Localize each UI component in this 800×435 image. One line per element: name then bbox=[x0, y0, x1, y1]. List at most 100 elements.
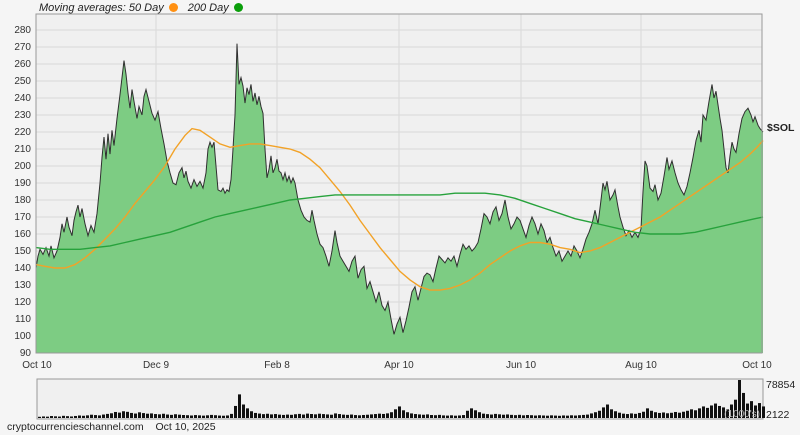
volume-bar bbox=[402, 410, 405, 418]
volume-bar bbox=[186, 415, 189, 418]
y-tick-label: 210 bbox=[14, 143, 31, 155]
volume-bar bbox=[506, 414, 509, 418]
volume-bar bbox=[38, 416, 41, 418]
volume-bar bbox=[318, 413, 321, 418]
legend-ma50-label: 50 Day bbox=[128, 1, 164, 14]
y-tick-label: 260 bbox=[14, 58, 31, 70]
volume-bar bbox=[510, 414, 513, 418]
volume-bar bbox=[242, 404, 245, 418]
volume-bar bbox=[614, 411, 617, 418]
volume-bar bbox=[270, 414, 273, 418]
volume-bar bbox=[118, 412, 121, 418]
volume-bar bbox=[606, 404, 609, 418]
volume-bar bbox=[550, 415, 553, 418]
y-tick-label: 90 bbox=[19, 347, 31, 359]
volume-bar bbox=[314, 414, 317, 418]
volume-bar bbox=[454, 415, 457, 418]
volume-bar bbox=[686, 410, 689, 418]
volume-bar bbox=[162, 413, 165, 418]
y-tick-label: 130 bbox=[14, 279, 31, 291]
legend-prefix: Moving averages: bbox=[39, 1, 126, 14]
volume-bar bbox=[322, 414, 325, 418]
volume-bar bbox=[562, 415, 565, 418]
volume-bar bbox=[290, 414, 293, 418]
x-tick-label: Oct 10 bbox=[22, 360, 52, 371]
volume-bar bbox=[598, 410, 601, 418]
volume-bar bbox=[378, 413, 381, 418]
volume-bar bbox=[134, 413, 137, 418]
volume-bar bbox=[86, 415, 89, 418]
volume-bar bbox=[602, 407, 605, 418]
volume-bar bbox=[310, 414, 313, 418]
volume-bar bbox=[434, 415, 437, 418]
volume-bar bbox=[338, 414, 341, 418]
x-tick-label: Apr 10 bbox=[384, 360, 414, 371]
volume-bar bbox=[122, 411, 125, 418]
volume-bar bbox=[622, 413, 625, 418]
volume-bar bbox=[546, 415, 549, 418]
volume-bar bbox=[406, 412, 409, 418]
volume-bar bbox=[102, 414, 105, 418]
volume-bar bbox=[518, 414, 521, 418]
x-tick-label: Jun 10 bbox=[505, 360, 537, 371]
volume-bar bbox=[210, 414, 213, 418]
volume-bar bbox=[246, 408, 249, 418]
volume-bar bbox=[170, 414, 173, 418]
volume-bar bbox=[478, 412, 481, 418]
volume-bar bbox=[254, 412, 257, 418]
volume-bar bbox=[282, 414, 285, 418]
volume-bar bbox=[578, 415, 581, 418]
volume-bar bbox=[214, 415, 217, 418]
volume-bar bbox=[566, 415, 569, 418]
volume-bar bbox=[74, 415, 77, 418]
volume-bar bbox=[618, 412, 621, 418]
volume-bar bbox=[422, 414, 425, 418]
volume-bar bbox=[554, 415, 557, 418]
volume-bar bbox=[414, 414, 417, 418]
x-tick-label: Aug 10 bbox=[625, 360, 657, 371]
y-tick-label: 250 bbox=[14, 75, 31, 87]
volume-bar bbox=[174, 414, 177, 418]
volume-bar bbox=[494, 413, 497, 418]
volume-bar bbox=[762, 406, 765, 418]
volume-bar bbox=[366, 414, 369, 418]
volume-bar bbox=[150, 413, 153, 418]
volume-bar bbox=[574, 415, 577, 418]
y-tick-label: 190 bbox=[14, 177, 31, 189]
volume-bar bbox=[350, 414, 353, 418]
volume-bar bbox=[662, 412, 665, 418]
volume-bar bbox=[202, 415, 205, 418]
volume-bar bbox=[50, 416, 53, 418]
volume-bar bbox=[542, 415, 545, 418]
volume-bar bbox=[222, 415, 225, 418]
volume-bar bbox=[538, 415, 541, 418]
volume-bar bbox=[382, 413, 385, 418]
x-tick-label: Dec 9 bbox=[142, 360, 170, 371]
volume-bar bbox=[498, 414, 501, 418]
volume-bar bbox=[470, 408, 473, 418]
volume-bar bbox=[630, 413, 633, 418]
volume-bar bbox=[394, 409, 397, 418]
y-tick-label: 270 bbox=[14, 41, 31, 53]
volume-bar bbox=[514, 415, 517, 418]
volume-bar bbox=[486, 414, 489, 418]
volume-bar bbox=[658, 412, 661, 418]
volume-bar bbox=[78, 415, 81, 418]
volume-bar bbox=[98, 415, 101, 418]
volume-bar bbox=[138, 412, 141, 418]
volume-bar bbox=[534, 415, 537, 418]
footer-site-link[interactable]: cryptocurrencieschannel.com bbox=[7, 421, 144, 433]
volume-bar bbox=[418, 414, 421, 418]
volume-bar bbox=[362, 414, 365, 418]
volume-bar bbox=[522, 415, 525, 418]
y-tick-label: 160 bbox=[14, 228, 31, 240]
volume-bar bbox=[342, 414, 345, 418]
volume-bar bbox=[218, 415, 221, 418]
volume-bar bbox=[142, 413, 145, 418]
y-tick-label: 200 bbox=[14, 160, 31, 172]
volume-bar bbox=[482, 413, 485, 418]
volume-bar bbox=[110, 413, 113, 418]
y-tick-label: 110 bbox=[15, 313, 31, 325]
volume-bar bbox=[442, 415, 445, 418]
volume-bar bbox=[370, 414, 373, 418]
